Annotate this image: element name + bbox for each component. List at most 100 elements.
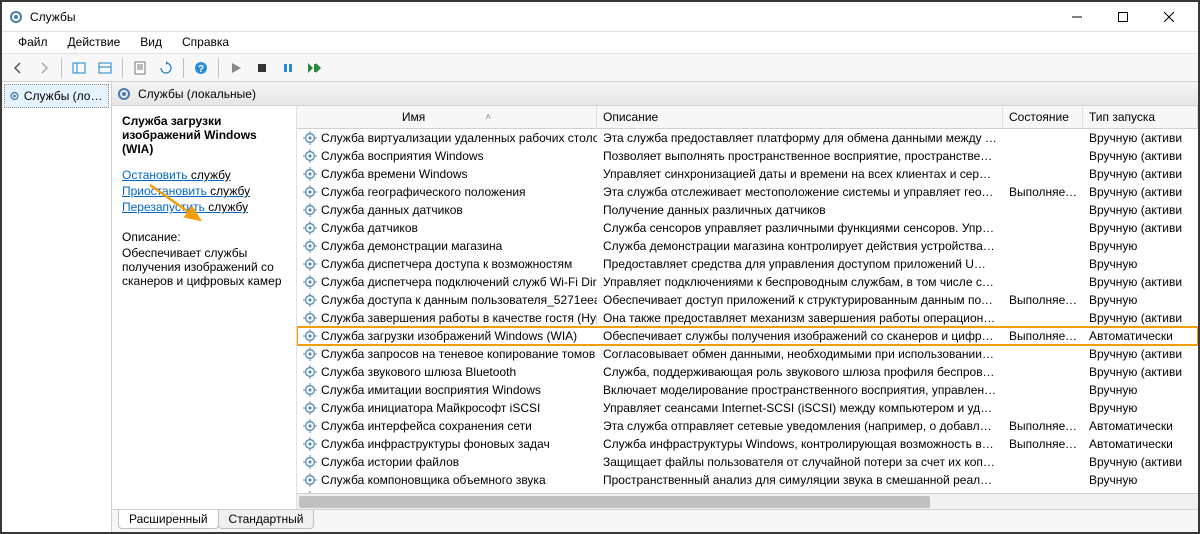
- service-name: Служба восприятия Windows: [321, 149, 484, 163]
- table-row[interactable]: Служба загрузки изображений Windows (WIA…: [297, 327, 1198, 345]
- menu-view[interactable]: Вид: [130, 32, 172, 53]
- table-row[interactable]: Служба имитации восприятия Windows Включа…: [297, 381, 1198, 399]
- service-description: Обеспечивает доступ приложений к структу…: [597, 292, 1003, 308]
- service-state: [1003, 317, 1083, 319]
- menu-action[interactable]: Действие: [58, 32, 131, 53]
- tree-services-local[interactable]: Службы (локальные): [4, 84, 109, 108]
- service-startup: Автоматически: [1083, 436, 1198, 452]
- service-name: Служба доступа к данным пользователя_527…: [321, 293, 597, 307]
- service-startup: Вручную: [1083, 238, 1198, 254]
- table-row[interactable]: Служба интерфейса сохранения сетиЭта слу…: [297, 417, 1198, 435]
- service-gear-icon: [303, 311, 317, 325]
- services-icon: [9, 88, 20, 104]
- close-button[interactable]: [1146, 3, 1192, 31]
- table-row[interactable]: Служба датчиковСлужба сенсоров управляет…: [297, 219, 1198, 237]
- service-gear-icon: [303, 437, 317, 451]
- menu-file[interactable]: Файл: [8, 32, 58, 53]
- column-startup[interactable]: Тип запуска: [1083, 106, 1198, 128]
- service-name: Служба диспетчера подключений служб Wi-F…: [321, 275, 597, 289]
- pause-link[interactable]: Приостановить службу: [122, 184, 286, 198]
- services-list-pane: Имя˄ Описание Состояние Тип запуска Служ…: [297, 106, 1198, 509]
- service-description: Управляет сеансами Internet-SCSI (iSCSI)…: [597, 400, 1003, 416]
- table-row[interactable]: Служба инфраструктуры фоновых задачСлужб…: [297, 435, 1198, 453]
- export-list-button[interactable]: [93, 56, 117, 80]
- table-row[interactable]: Служба запросов на теневое копирование т…: [297, 345, 1198, 363]
- services-window: Службы Файл Действие Вид Справка ?: [0, 0, 1200, 534]
- service-gear-icon: [303, 401, 317, 415]
- svg-text:?: ?: [198, 64, 204, 75]
- service-state: Выполняется: [1003, 292, 1083, 308]
- menu-help[interactable]: Справка: [172, 32, 239, 53]
- help-button[interactable]: ?: [189, 56, 213, 80]
- table-row[interactable]: Служба компоновщика объемного звукаПрост…: [297, 471, 1198, 489]
- table-row[interactable]: Служба доступа к данным пользователя_527…: [297, 291, 1198, 309]
- table-row[interactable]: Служба истории файловЗащищает файлы поль…: [297, 453, 1198, 471]
- table-row[interactable]: Служба диспетчера подключений служб Wi-F…: [297, 273, 1198, 291]
- services-list-body[interactable]: Служба виртуализации удаленных рабочих с…: [297, 129, 1198, 493]
- toolbar-separator: [122, 58, 123, 78]
- table-row[interactable]: Служба инициатора Майкрософт iSCSIУправл…: [297, 399, 1198, 417]
- table-row[interactable]: Служба восприятия Windows Позволяет выпол…: [297, 147, 1198, 165]
- start-service-button[interactable]: [224, 56, 248, 80]
- table-row[interactable]: Служба времени Windows Управляет синхрони…: [297, 165, 1198, 183]
- service-description: Включает моделирование пространственного…: [597, 382, 1003, 398]
- column-headers: Имя˄ Описание Состояние Тип запуска: [297, 106, 1198, 129]
- tab-extended[interactable]: Расширенный: [118, 510, 219, 529]
- restart-link[interactable]: Перезапустить службу: [122, 200, 286, 214]
- table-row[interactable]: Служба завершения работы в качестве гост…: [297, 309, 1198, 327]
- service-name: Служба датчиков: [321, 221, 418, 235]
- table-row[interactable]: Служба географического положенияЭта служ…: [297, 183, 1198, 201]
- service-startup: Вручную: [1083, 292, 1198, 308]
- service-state: [1003, 371, 1083, 373]
- service-gear-icon: [303, 293, 317, 307]
- table-row[interactable]: Служба данных датчиковПолучение данных р…: [297, 201, 1198, 219]
- stop-service-button[interactable]: [250, 56, 274, 80]
- service-gear-icon: [303, 257, 317, 271]
- service-name: Служба данных датчиков: [321, 203, 463, 217]
- selected-service-name: Служба загрузки изображений Windows (WIA…: [122, 114, 286, 156]
- service-state: [1003, 461, 1083, 463]
- column-state[interactable]: Состояние: [1003, 106, 1083, 128]
- service-description: Предоставляет средства для управления до…: [597, 256, 1003, 272]
- service-state: [1003, 245, 1083, 247]
- service-gear-icon: [303, 185, 317, 199]
- scrollbar-thumb[interactable]: [299, 496, 930, 508]
- refresh-button[interactable]: [154, 56, 178, 80]
- table-row[interactable]: Служба диспетчера доступа к возможностям…: [297, 255, 1198, 273]
- restart-service-button[interactable]: [302, 56, 326, 80]
- service-gear-icon: [303, 239, 317, 253]
- table-row[interactable]: Служба виртуализации удаленных рабочих с…: [297, 129, 1198, 147]
- tab-standard[interactable]: Стандартный: [218, 510, 315, 529]
- horizontal-scrollbar[interactable]: [297, 493, 1198, 509]
- stop-link[interactable]: Остановить службу: [122, 168, 286, 182]
- tree-label: Службы (локальные): [24, 89, 104, 103]
- service-gear-icon: [303, 347, 317, 361]
- service-name: Служба имитации восприятия Windows: [321, 383, 541, 397]
- service-state: [1003, 479, 1083, 481]
- table-row[interactable]: Служба демонстрации магазинаСлужба демон…: [297, 237, 1198, 255]
- pause-service-button[interactable]: [276, 56, 300, 80]
- service-name: Служба демонстрации магазина: [321, 239, 502, 253]
- service-startup: Вручную: [1083, 256, 1198, 272]
- service-description: Позволяет выполнять пространственное вос…: [597, 148, 1003, 164]
- service-description: Управляет синхронизацией даты и времени …: [597, 166, 1003, 182]
- properties-button[interactable]: [128, 56, 152, 80]
- service-startup: Вручную (активи: [1083, 454, 1198, 470]
- show-hide-tree-button[interactable]: [67, 56, 91, 80]
- service-name: Служба завершения работы в качестве гост…: [321, 311, 597, 325]
- description-header: Описание:: [122, 230, 286, 244]
- back-button[interactable]: [6, 56, 30, 80]
- maximize-button[interactable]: [1100, 3, 1146, 31]
- toolbar-separator: [218, 58, 219, 78]
- column-description[interactable]: Описание: [597, 106, 1003, 128]
- forward-button[interactable]: [32, 56, 56, 80]
- description-text: Обеспечивает службы получения изображени…: [122, 246, 286, 288]
- minimize-button[interactable]: [1054, 3, 1100, 31]
- service-state: [1003, 209, 1083, 211]
- service-name: Служба географического положения: [321, 185, 526, 199]
- table-row[interactable]: Служба звукового шлюза BluetoothСлужба, …: [297, 363, 1198, 381]
- service-startup: Вручную (активи: [1083, 148, 1198, 164]
- column-name[interactable]: Имя˄: [297, 106, 597, 128]
- service-gear-icon: [303, 131, 317, 145]
- service-name: Служба времени Windows: [321, 167, 468, 181]
